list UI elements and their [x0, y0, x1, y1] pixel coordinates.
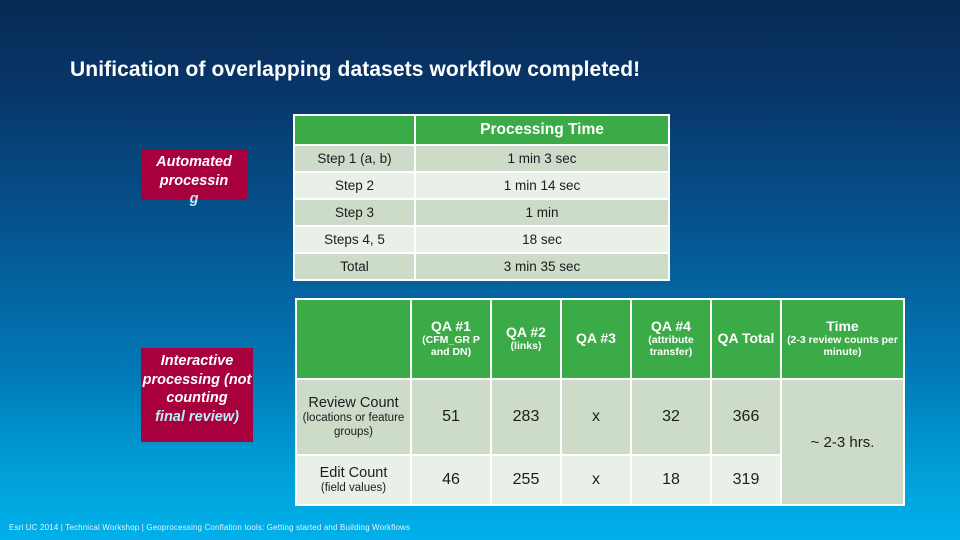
callout-interactive-boxed-text: Interactive processing (not counting: [142, 353, 252, 407]
cell-qa2-value: 255: [492, 456, 560, 504]
cell-time-value: ~ 2-3 hrs.: [782, 380, 903, 504]
cell-qa2-value: 283: [492, 380, 560, 454]
table-header-row: Processing Time: [295, 116, 668, 144]
table-row: Step 1 (a, b) 1 min 3 sec: [295, 146, 668, 171]
cell-step-time: 1 min 3 sec: [416, 146, 668, 171]
cell-step-name: Step 2: [295, 173, 414, 198]
cell-qa-total-value: 366: [712, 380, 780, 454]
column-header-qa-total: QA Total: [712, 300, 780, 378]
cell-step-name: Steps 4, 5: [295, 227, 414, 252]
table-row: Step 2 1 min 14 sec: [295, 173, 668, 198]
slide-footer: Esri UC 2014 | Technical Workshop | Geop…: [9, 523, 411, 532]
cell-qa3-value: x: [562, 380, 630, 454]
column-header-qa4-main: QA #4: [651, 318, 691, 335]
callout-automated-text-wrap: Automated processin g: [141, 150, 247, 209]
column-header-qa1-sub: (CFM_GR P and DN): [422, 334, 480, 358]
processing-time-table: Processing Time Step 1 (a, b) 1 min 3 se…: [293, 114, 670, 281]
cell-step-name: Total: [295, 254, 414, 279]
cell-qa1-value: 46: [412, 456, 490, 504]
cell-step-name: Step 3: [295, 200, 414, 225]
table-row: Step 3 1 min: [295, 200, 668, 225]
cell-row-label-main: Review Count: [308, 395, 399, 412]
column-header-qa2-main: QA #2: [506, 324, 546, 341]
cell-row-label-sub: (locations or feature groups): [302, 412, 405, 438]
column-header-step: [295, 116, 414, 144]
cell-qa4-value: 32: [632, 380, 710, 454]
table-header-row: QA #1 (CFM_GR P and DN) QA #2 (links) QA…: [297, 300, 903, 378]
cell-row-label-sub: (field values): [320, 481, 387, 494]
table-row: Review Count (locations or feature group…: [297, 380, 903, 504]
callout-automated-overflow-text: g: [189, 191, 199, 208]
cell-step-time: 18 sec: [416, 227, 668, 252]
qa-counts-table: QA #1 (CFM_GR P and DN) QA #2 (links) QA…: [295, 298, 905, 506]
callout-interactive-processing: Interactive processing (not counting fin…: [141, 348, 253, 442]
table-row: Total 3 min 35 sec: [295, 254, 668, 279]
column-header-qa2: QA #2 (links): [492, 300, 560, 378]
page-title: Unification of overlapping datasets work…: [70, 58, 641, 81]
cell-qa3-value: x: [562, 456, 630, 504]
column-header-qa3-main: QA #3: [576, 330, 616, 347]
cell-qa-total-value: 319: [712, 456, 780, 504]
cell-qa4-value: 18: [632, 456, 710, 504]
cell-qa1-value: 51: [412, 380, 490, 454]
column-header-qa4: QA #4 (attribute transfer): [632, 300, 710, 378]
column-header-row-type: [297, 300, 410, 378]
column-header-processing-time: Processing Time: [416, 116, 668, 144]
cell-step-time: 3 min 35 sec: [416, 254, 668, 279]
cell-step-time: 1 min: [416, 200, 668, 225]
column-header-time-sub: (2-3 review counts per minute): [787, 334, 898, 358]
column-header-qa1-main: QA #1: [431, 318, 471, 335]
column-header-qa1: QA #1 (CFM_GR P and DN): [412, 300, 490, 378]
column-header-qa-total-main: QA Total: [717, 330, 775, 347]
column-header-time-main: Time: [826, 318, 859, 335]
column-header-qa3: QA #3: [562, 300, 630, 378]
cell-row-label: Edit Count (field values): [297, 456, 410, 504]
callout-automated-boxed-text: Automated processin: [156, 154, 232, 189]
column-header-qa4-sub: (attribute transfer): [648, 334, 694, 358]
cell-row-label: Review Count (locations or feature group…: [297, 380, 410, 454]
callout-automated-processing: Automated processin g: [141, 150, 247, 207]
column-header-qa2-sub: (links): [510, 339, 542, 352]
callout-interactive-overflow-text: final review): [155, 408, 239, 425]
callout-interactive-text-wrap: Interactive processing (not counting fin…: [141, 348, 253, 426]
column-header-time: Time (2-3 review counts per minute): [782, 300, 903, 378]
table-row: Steps 4, 5 18 sec: [295, 227, 668, 252]
cell-row-label-main: Edit Count: [319, 464, 388, 481]
cell-step-time: 1 min 14 sec: [416, 173, 668, 198]
cell-step-name: Step 1 (a, b): [295, 146, 414, 171]
